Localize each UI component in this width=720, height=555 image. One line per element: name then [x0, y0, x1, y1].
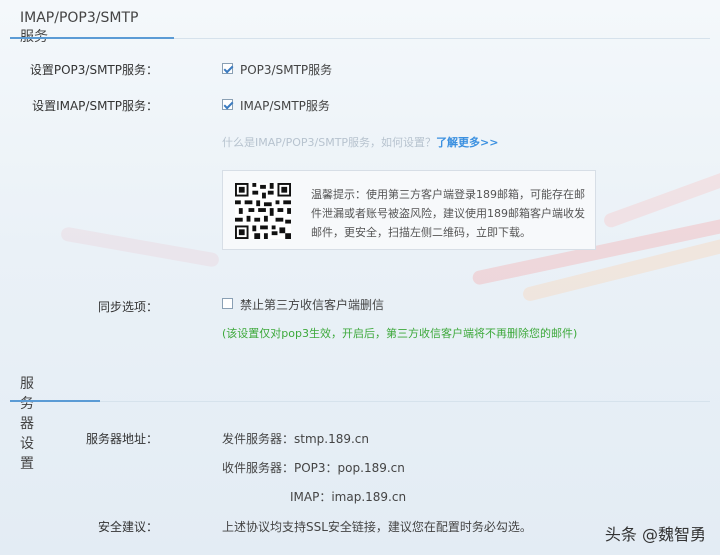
pop3-label: 设置POP3/SMTP服务：	[29, 63, 158, 77]
imap-checkbox[interactable]	[222, 99, 233, 110]
watermark: 头条 @魏智勇	[604, 525, 706, 544]
section-divider	[10, 401, 710, 402]
section-underline	[10, 37, 174, 39]
imap-option-label: IMAP/SMTP服务	[240, 99, 330, 113]
imap-label: 设置IMAP/SMTP服务：	[32, 99, 158, 113]
section-underline	[10, 400, 100, 402]
sync-label: 同步选项：	[97, 300, 158, 314]
imap-server-text: IMAP：imap.189.cn	[290, 490, 407, 504]
imap-section-title: IMAP/POP3/SMTP服务	[20, 10, 139, 45]
tip-text: 温馨提示：使用第三方客户端登录189邮箱，可能存在邮件泄漏或者账号被盗风险，建议…	[311, 188, 585, 239]
sync-option-label: 禁止第三方收信客户端删信	[240, 298, 385, 312]
server-address-label: 服务器地址：	[85, 432, 158, 446]
help-question: 什么是IMAP/POP3/SMTP服务，如何设置？	[222, 136, 437, 149]
security-text: 上述协议均支持SSL安全链接，建议您在配置时务必勾选。	[222, 520, 532, 534]
sync-note: (该设置仅对pop3生效，开启后，第三方收信客户端将不再删除您的邮件)	[222, 327, 578, 340]
tip-box: 温馨提示：使用第三方客户端登录189邮箱，可能存在邮件泄漏或者账号被盗风险，建议…	[222, 170, 596, 250]
pop3-checkbox[interactable]	[222, 63, 233, 74]
recv-server-text: 收件服务器：POP3：pop.189.cn	[222, 461, 405, 475]
send-server-text: 发件服务器：stmp.189.cn	[222, 432, 370, 446]
sync-checkbox[interactable]	[222, 298, 233, 309]
learn-more-link[interactable]: 了解更多>>	[436, 136, 498, 149]
pop3-option-label: POP3/SMTP服务	[240, 63, 333, 77]
security-label: 安全建议：	[97, 520, 158, 534]
help-text: 什么是IMAP/POP3/SMTP服务，如何设置？了解更多>>	[222, 134, 499, 150]
server-section-title: 服务器设置	[20, 376, 34, 472]
qr-code-icon	[235, 183, 291, 239]
